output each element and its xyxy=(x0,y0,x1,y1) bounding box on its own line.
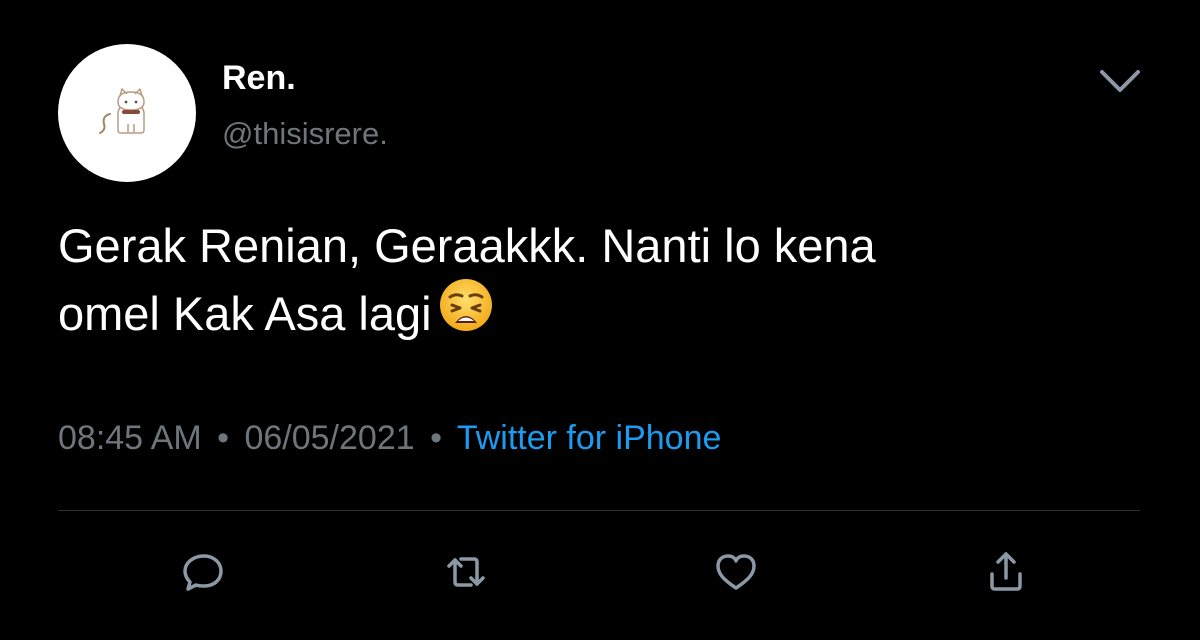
reply-button[interactable] xyxy=(176,544,232,600)
like-icon xyxy=(716,554,756,590)
divider xyxy=(58,510,1140,511)
tweet-card: Ren. @thisisrere. Gerak Renian, Geraakkk… xyxy=(0,0,1200,640)
meta-separator: • xyxy=(217,419,230,457)
tweet-date: 06/05/2021 xyxy=(244,419,415,457)
retweet-icon xyxy=(447,557,485,587)
user-handle[interactable]: @thisisrere. xyxy=(222,115,388,153)
tweet-source-link[interactable]: Twitter for iPhone xyxy=(457,419,722,457)
share-icon xyxy=(990,552,1022,591)
like-button[interactable] xyxy=(708,544,764,600)
chevron-down-icon[interactable] xyxy=(1094,60,1146,104)
reply-icon xyxy=(183,554,223,591)
tweet-text: Gerak Renian, Geraakkk. Nanti lo kena om… xyxy=(58,212,1148,355)
meta-separator: • xyxy=(430,419,442,457)
tweet-meta: 08:45 AM • 06/05/2021 • Twitter for iPho… xyxy=(58,416,721,460)
share-button[interactable] xyxy=(978,544,1034,600)
cat-avatar-icon xyxy=(99,88,145,134)
weary-face-icon xyxy=(438,277,494,351)
tweet-time: 08:45 AM xyxy=(58,419,202,457)
retweet-button[interactable] xyxy=(438,544,494,600)
avatar[interactable] xyxy=(58,44,196,182)
display-name[interactable]: Ren. xyxy=(222,58,296,98)
